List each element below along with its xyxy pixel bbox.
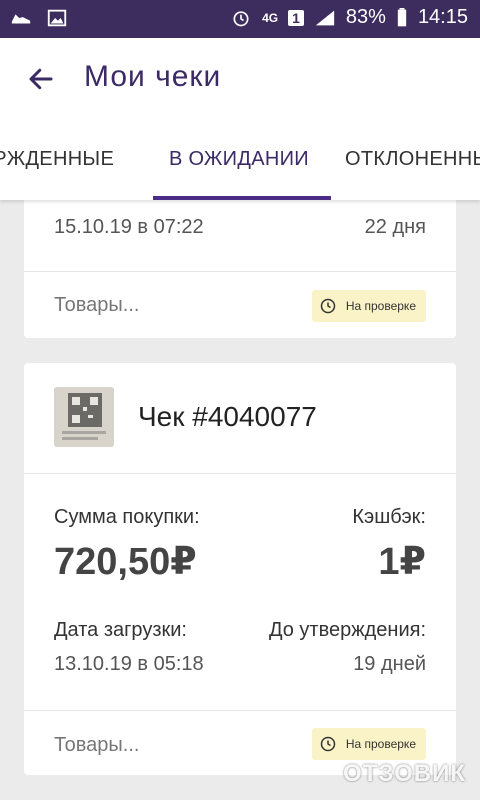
divider	[24, 271, 456, 272]
approval-days: 19 дней	[353, 653, 426, 675]
signal-icon	[315, 10, 335, 25]
approval-days: 22 дня	[364, 216, 426, 238]
page-title: Мои чеки	[84, 60, 222, 93]
active-tab-indicator	[153, 196, 331, 200]
sim-indicator: 1	[288, 9, 304, 26]
back-arrow-icon[interactable]	[26, 64, 56, 94]
battery-icon	[397, 7, 407, 26]
divider	[24, 473, 456, 474]
clock-icon	[320, 736, 336, 752]
app-bar: Мои чеки	[0, 38, 480, 120]
purchase-label: Сумма покупки:	[54, 506, 200, 528]
status-bar: 4G 1 83% 14:15	[0, 0, 480, 38]
status-label: На проверке	[345, 737, 416, 751]
cashback-label: Кэшбэк:	[352, 506, 426, 528]
shoe-icon	[11, 14, 31, 24]
alarm-icon	[233, 10, 249, 26]
check-title: Чек #4040077	[138, 401, 317, 432]
status-label: На проверке	[345, 299, 416, 313]
cashback-amount: 1₽	[378, 541, 426, 583]
image-icon	[47, 9, 67, 27]
receipt-card[interactable]: Чек #4040077 Сумма покупки: Кэшбэк: 720,…	[24, 363, 456, 775]
battery-percent: 83%	[345, 6, 386, 28]
clock-icon	[320, 298, 336, 314]
divider	[24, 710, 456, 711]
tab-rejected[interactable]: ОТКЛОНЕННЫ	[345, 148, 480, 171]
upload-date: 13.10.19 в 05:18	[54, 653, 204, 675]
upload-label: Дата загрузки:	[54, 619, 187, 641]
status-badge: На проверке	[311, 290, 426, 322]
watermark-logo: ОТЗОВИК	[343, 760, 466, 787]
status-badge: На проверке	[311, 728, 426, 760]
tab-bar: ВЕРЖДЕННЫЕ В ОЖИДАНИИ ОТКЛОНЕННЫ	[0, 120, 480, 200]
receipt-thumbnail[interactable]	[54, 387, 114, 447]
goods-link[interactable]: Товары...	[54, 734, 139, 757]
approval-label: До утверждения:	[268, 619, 426, 641]
tab-approved[interactable]: ВЕРЖДЕННЫЕ	[0, 148, 114, 171]
goods-link[interactable]: Товары...	[54, 294, 139, 317]
upload-date: 15.10.19 в 07:22	[54, 216, 204, 238]
purchase-amount: 720,50₽	[54, 541, 197, 583]
clock: 14:15	[417, 6, 468, 28]
network-type: 4G	[262, 10, 279, 25]
tab-pending[interactable]: В ОЖИДАНИИ	[169, 148, 309, 171]
